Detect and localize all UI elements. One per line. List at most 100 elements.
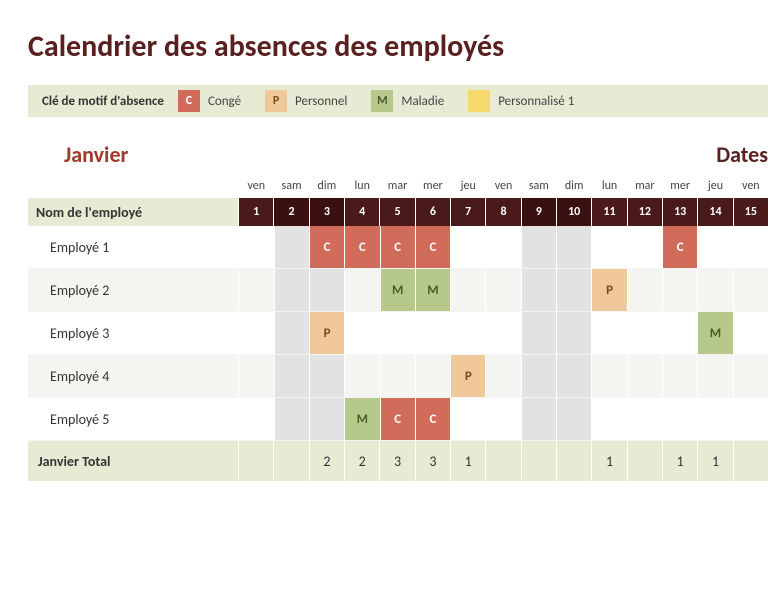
daynum-cell: 1 — [238, 198, 273, 226]
employee-name: Employé 3 — [28, 312, 238, 354]
day-cell — [309, 355, 344, 397]
daynum-cell: 3 — [309, 198, 344, 226]
day-cell — [556, 398, 591, 440]
day-cell: M — [697, 312, 732, 354]
total-cell: 1 — [662, 441, 697, 481]
daynum-row: Nom de l'employé123456789101112131415 — [28, 198, 768, 226]
daynum-cell: 2 — [273, 198, 308, 226]
dow-cell: dim — [309, 174, 344, 198]
day-cell: M — [344, 398, 379, 440]
daynum-cell: 5 — [379, 198, 414, 226]
total-cell — [485, 441, 520, 481]
day-cell: C — [415, 226, 450, 268]
day-cell — [697, 226, 732, 268]
legend-title: Clé de motif d'absence — [28, 94, 178, 109]
dow-cell: lun — [344, 174, 379, 198]
dow-cell: mar — [379, 174, 414, 198]
day-cell — [627, 226, 662, 268]
dow-cell: lun — [591, 174, 626, 198]
day-cell — [344, 355, 379, 397]
day-cell — [238, 398, 273, 440]
day-cell — [662, 269, 697, 311]
dow-cell: ven — [485, 174, 520, 198]
employee-row: Employé 5MCC — [28, 398, 768, 441]
legend-item: PPersonnel — [265, 90, 347, 112]
day-cell — [380, 355, 415, 397]
day-cell — [309, 269, 344, 311]
total-cell — [238, 441, 273, 481]
day-cell — [344, 269, 379, 311]
dow-cell: sam — [521, 174, 556, 198]
dow-spacer — [28, 174, 238, 198]
total-cell: 1 — [697, 441, 732, 481]
day-cell — [733, 269, 768, 311]
day-cell — [415, 355, 450, 397]
day-cell — [733, 226, 768, 268]
daynum-cell: 13 — [662, 198, 697, 226]
dow-cell: mer — [415, 174, 450, 198]
month-name: Janvier — [28, 141, 242, 168]
total-cell: 2 — [309, 441, 344, 481]
day-cell: C — [380, 398, 415, 440]
day-cell — [344, 312, 379, 354]
employee-row: Employé 2MMP — [28, 269, 768, 312]
day-cell — [450, 226, 485, 268]
day-cell — [274, 398, 309, 440]
employee-name: Employé 5 — [28, 398, 238, 440]
day-cell — [697, 269, 732, 311]
day-cell — [450, 398, 485, 440]
day-cell — [733, 312, 768, 354]
day-cell — [556, 312, 591, 354]
legend-label: Personnalisé 1 — [498, 94, 574, 109]
day-cell — [662, 312, 697, 354]
daynum-cell: 11 — [591, 198, 626, 226]
day-cell — [485, 269, 520, 311]
day-cell — [591, 355, 626, 397]
day-cell: M — [415, 269, 450, 311]
day-cell: M — [380, 269, 415, 311]
legend-item: Personnalisé 1 — [468, 90, 574, 112]
day-cell — [556, 355, 591, 397]
dow-cell: mar — [627, 174, 662, 198]
day-cell — [274, 269, 309, 311]
day-cell — [450, 269, 485, 311]
total-cell — [556, 441, 591, 481]
day-cell — [662, 398, 697, 440]
total-cell: 2 — [344, 441, 379, 481]
day-cell: P — [450, 355, 485, 397]
total-cell: 1 — [591, 441, 626, 481]
day-cell — [556, 226, 591, 268]
day-cell — [697, 398, 732, 440]
day-cell — [415, 312, 450, 354]
day-cell: C — [344, 226, 379, 268]
day-cell — [591, 398, 626, 440]
day-cell — [697, 355, 732, 397]
dow-cell: jeu — [450, 174, 485, 198]
day-cell: P — [591, 269, 626, 311]
day-cell — [627, 269, 662, 311]
dow-cell: jeu — [697, 174, 732, 198]
legend-code — [468, 90, 490, 112]
employee-name: Employé 1 — [28, 226, 238, 268]
day-cell — [485, 398, 520, 440]
day-cell: C — [380, 226, 415, 268]
day-cell — [521, 398, 556, 440]
dow-cell: mer — [662, 174, 697, 198]
legend-code: P — [265, 90, 287, 112]
day-cell — [274, 226, 309, 268]
day-cell — [274, 355, 309, 397]
legend-label: Congé — [208, 94, 241, 109]
total-cell: 3 — [379, 441, 414, 481]
day-cell — [238, 312, 273, 354]
legend-item: MMaladie — [371, 90, 444, 112]
dates-label: Dates — [242, 141, 768, 168]
legend-item: CCongé — [178, 90, 241, 112]
day-cell — [380, 312, 415, 354]
dow-cell: dim — [556, 174, 591, 198]
employee-header: Nom de l'employé — [28, 198, 238, 226]
total-cell: 3 — [415, 441, 450, 481]
dow-cell: sam — [273, 174, 308, 198]
day-cell — [627, 398, 662, 440]
day-cell — [521, 355, 556, 397]
employee-row: Employé 4P — [28, 355, 768, 398]
